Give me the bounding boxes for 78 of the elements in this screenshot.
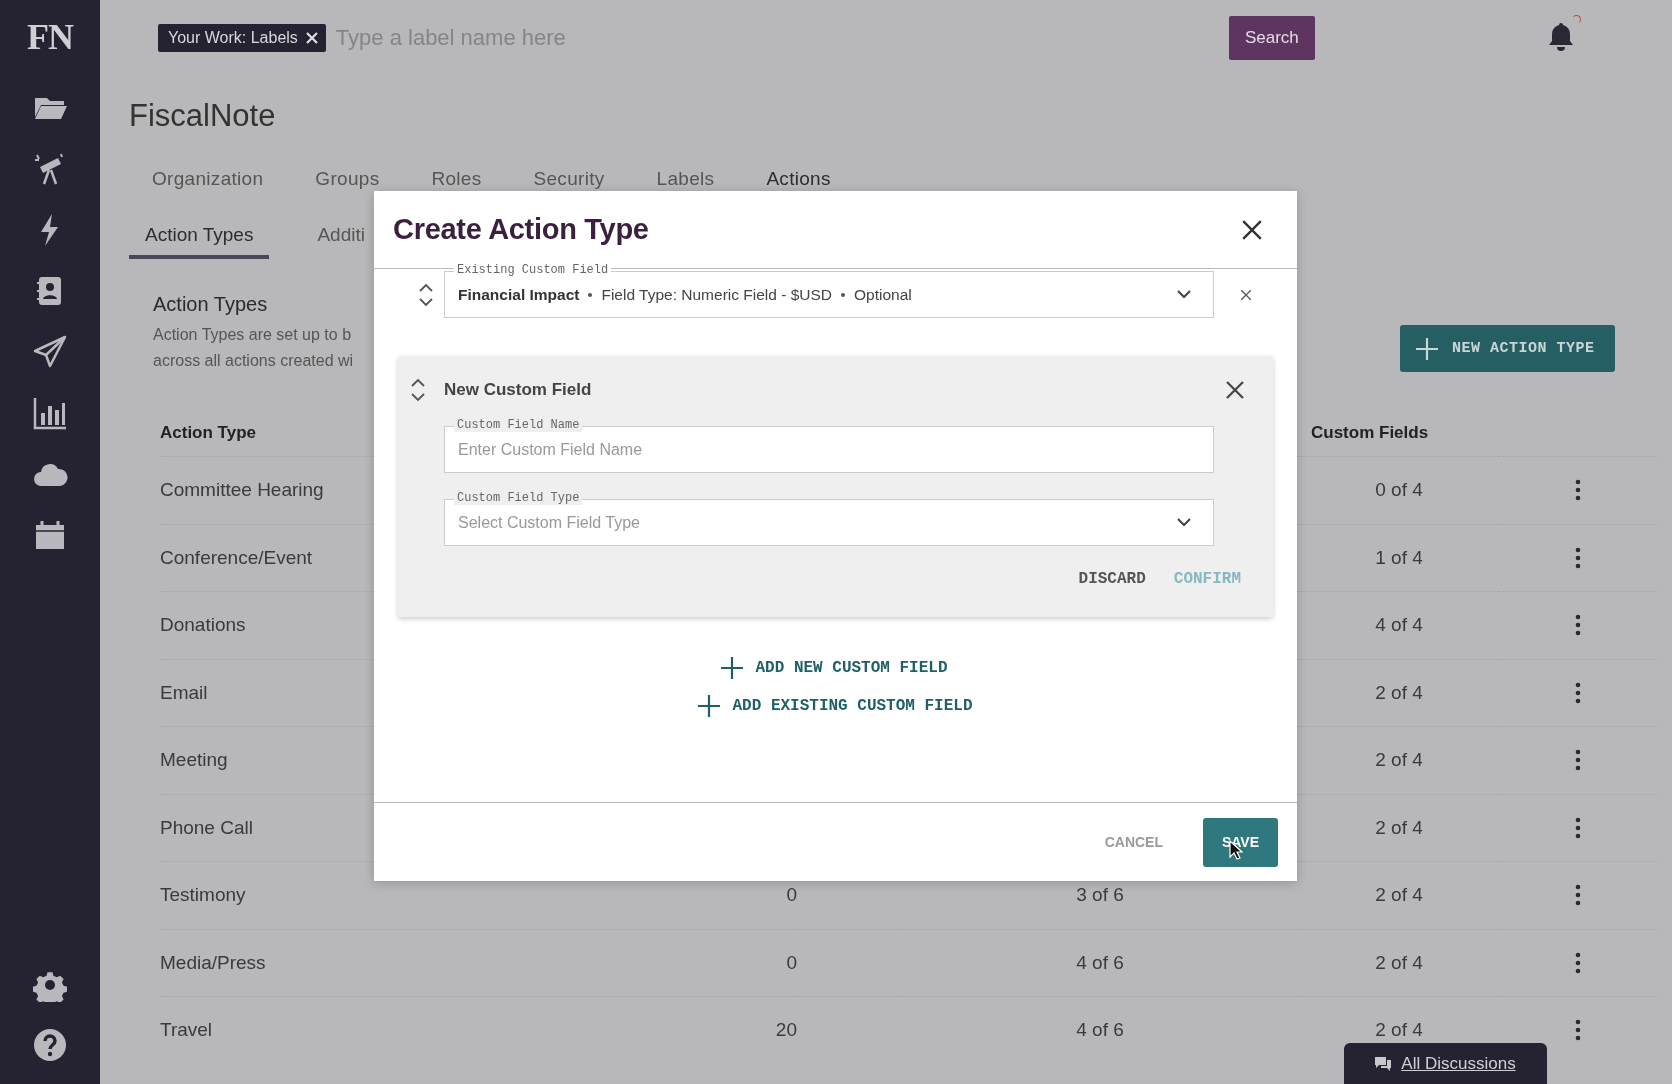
more-icon[interactable] bbox=[1575, 749, 1581, 772]
more-icon[interactable] bbox=[1575, 681, 1581, 704]
nav-tab[interactable]: Actions bbox=[766, 168, 831, 190]
caret-icon[interactable] bbox=[1177, 518, 1191, 527]
filter-chip[interactable]: Your Work: Labels bbox=[158, 24, 326, 52]
table-cell: Testimony bbox=[160, 884, 246, 907]
table-cell: Donations bbox=[160, 614, 246, 637]
discard-button[interactable]: DISCARD bbox=[1078, 570, 1146, 588]
table-cell: 3 of 6 bbox=[1076, 884, 1124, 907]
reorder-icon[interactable] bbox=[410, 377, 426, 403]
app-logo[interactable]: FN bbox=[27, 16, 73, 60]
chat-icon bbox=[1375, 1056, 1392, 1071]
more-icon[interactable] bbox=[1575, 546, 1581, 569]
sub-tab[interactable]: Additi bbox=[301, 216, 365, 259]
nav-tab[interactable]: Groups bbox=[315, 168, 380, 190]
reorder-icon[interactable] bbox=[418, 281, 434, 308]
table-cell: Committee Hearing bbox=[160, 479, 324, 502]
remove-icon[interactable] bbox=[305, 32, 318, 44]
table-cell: Travel bbox=[160, 1019, 213, 1042]
table-cell: Email bbox=[160, 681, 208, 704]
discussions-tab[interactable]: All Discussions bbox=[1344, 1043, 1547, 1084]
separator-dot bbox=[588, 293, 593, 298]
table-cell: 0 bbox=[786, 884, 797, 907]
table-cell: 2 of 4 bbox=[1375, 951, 1423, 974]
more-icon[interactable] bbox=[1575, 816, 1581, 839]
nav-tab[interactable]: Labels bbox=[656, 168, 715, 190]
add-field-link[interactable]: ADD EXISTING CUSTOM FIELD bbox=[698, 695, 973, 717]
table-cell: 4 of 4 bbox=[1375, 614, 1423, 637]
column-header: Action Type bbox=[160, 423, 257, 443]
more-icon[interactable] bbox=[1575, 884, 1581, 907]
field-label: Existing Custom Field bbox=[454, 263, 612, 277]
bell-icon[interactable] bbox=[1547, 21, 1575, 51]
card-title: New Custom Field bbox=[444, 380, 593, 400]
table-cell: 20 bbox=[775, 1019, 797, 1042]
nav-tab[interactable]: Roles bbox=[431, 168, 482, 190]
plus-icon bbox=[698, 695, 721, 717]
table-cell: Media/Press bbox=[160, 951, 266, 974]
table-cell: 2 of 4 bbox=[1375, 681, 1423, 704]
table-cell: 0 of 4 bbox=[1375, 479, 1423, 502]
table-cell: Conference/Event bbox=[160, 546, 313, 569]
sub-tab[interactable]: Action Types bbox=[129, 216, 270, 259]
save-button[interactable]: SAVE bbox=[1203, 817, 1278, 867]
plus-icon bbox=[721, 657, 744, 679]
paper-plane-icon[interactable] bbox=[32, 334, 68, 370]
help-icon[interactable] bbox=[33, 1028, 67, 1062]
table-cell: 0 bbox=[786, 951, 797, 974]
table-cell: Meeting bbox=[160, 749, 228, 772]
nav-tab[interactable]: Organization bbox=[152, 168, 264, 190]
column-header: Custom Fields bbox=[1311, 423, 1429, 443]
dialog-title: Create Action Type bbox=[393, 213, 650, 246]
add-field-link[interactable]: ADD NEW CUSTOM FIELD bbox=[721, 657, 948, 679]
table-cell: 1 of 4 bbox=[1375, 546, 1423, 569]
table-cell: 2 of 4 bbox=[1375, 816, 1423, 839]
close-icon[interactable] bbox=[1240, 288, 1252, 301]
more-icon[interactable] bbox=[1575, 1019, 1581, 1042]
nav-tab[interactable]: Security bbox=[533, 168, 605, 190]
more-icon[interactable] bbox=[1575, 951, 1581, 974]
caret-icon[interactable] bbox=[1177, 290, 1191, 299]
table-cell: Phone Call bbox=[160, 816, 253, 839]
section-title: Action Types bbox=[153, 293, 268, 316]
more-icon[interactable] bbox=[1575, 479, 1581, 502]
plus-icon bbox=[1416, 337, 1438, 360]
table-cell: 2 of 4 bbox=[1375, 884, 1423, 907]
close-icon[interactable] bbox=[1241, 218, 1263, 241]
table-cell: 2 of 4 bbox=[1375, 749, 1423, 772]
more-icon[interactable] bbox=[1575, 614, 1581, 637]
new-action-type-button[interactable]: NEW ACTION TYPE bbox=[1400, 325, 1615, 372]
cancel-button[interactable]: CANCEL bbox=[1098, 833, 1169, 851]
close-icon[interactable] bbox=[1225, 380, 1245, 400]
table-cell: 2 of 4 bbox=[1375, 1019, 1423, 1042]
section-description: Action Types are set up to b across all actions created wi bbox=[153, 325, 354, 371]
field-label: Custom Field Type bbox=[454, 491, 583, 505]
search-button[interactable]: Search bbox=[1228, 16, 1315, 60]
bar-chart-icon[interactable] bbox=[32, 395, 68, 431]
table-cell: 4 of 6 bbox=[1076, 1019, 1124, 1042]
separator-dot bbox=[841, 293, 845, 298]
table-cell: 4 of 6 bbox=[1076, 951, 1124, 974]
page-title: FiscalNote bbox=[129, 98, 276, 135]
